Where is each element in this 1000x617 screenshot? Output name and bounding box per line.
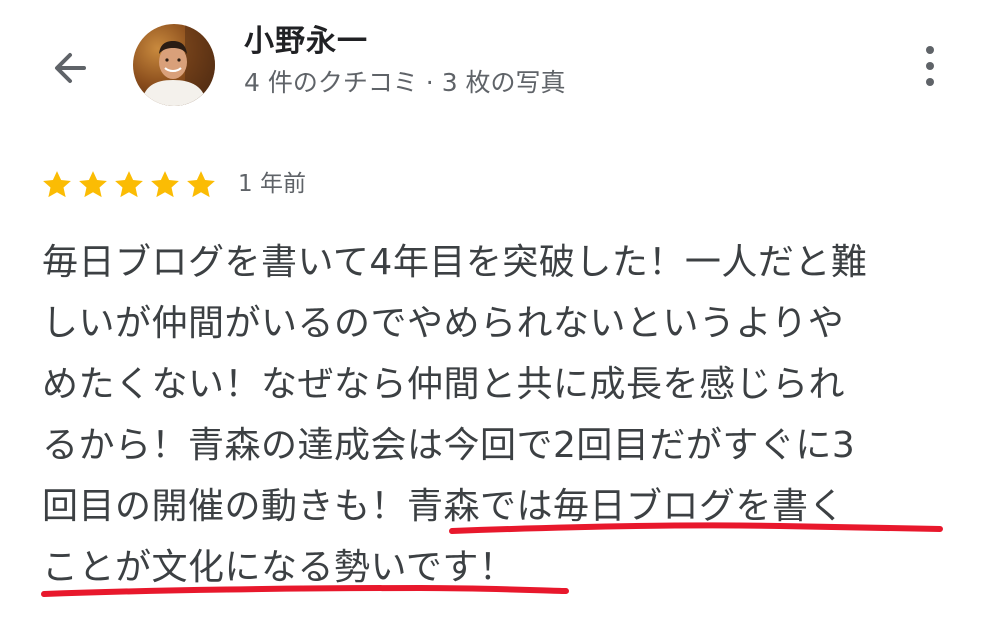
avatar[interactable]	[133, 24, 215, 106]
review-text-line: しいが仲間がいるのでやめられないというよりや	[42, 303, 845, 344]
more-vertical-icon	[926, 46, 934, 54]
review-time: 1 年前	[238, 171, 306, 197]
more-vertical-icon-dot	[926, 78, 934, 86]
review-text-line: めたくない！なぜなら仲間と共に成長を感じられ	[42, 364, 846, 405]
reviewer-name[interactable]: 小野永一	[244, 22, 368, 62]
star-icon	[115, 171, 143, 198]
review-text-line: るから！青森の達成会は今回で2回目だがすぐに3	[42, 425, 856, 466]
star-icon	[187, 171, 215, 198]
more-vertical-icon-dot	[926, 62, 934, 70]
review-text-line: 毎日ブログを書いて4年目を突破した！一人だと難	[42, 242, 868, 283]
arrow-left-icon	[55, 53, 86, 83]
star-icon	[43, 171, 71, 198]
review-text-line: ことが文化になる勢いです！	[42, 547, 516, 588]
reviewer-photo	[133, 24, 215, 106]
star-icon	[79, 171, 107, 198]
star-icon	[151, 171, 179, 198]
reviewer-stats: 4 件のクチコミ · 3 枚の写真	[244, 68, 566, 97]
star-rating	[40, 168, 218, 202]
review-text: 毎日ブログを書いて4年目を突破した！一人だと難 しいが仲間がいるのでやめられない…	[42, 232, 962, 598]
review-text-line: 回目の開催の動きも！青森では毎日ブログを書く	[42, 486, 846, 527]
more-options-button[interactable]	[908, 38, 952, 94]
back-button[interactable]	[40, 38, 100, 98]
